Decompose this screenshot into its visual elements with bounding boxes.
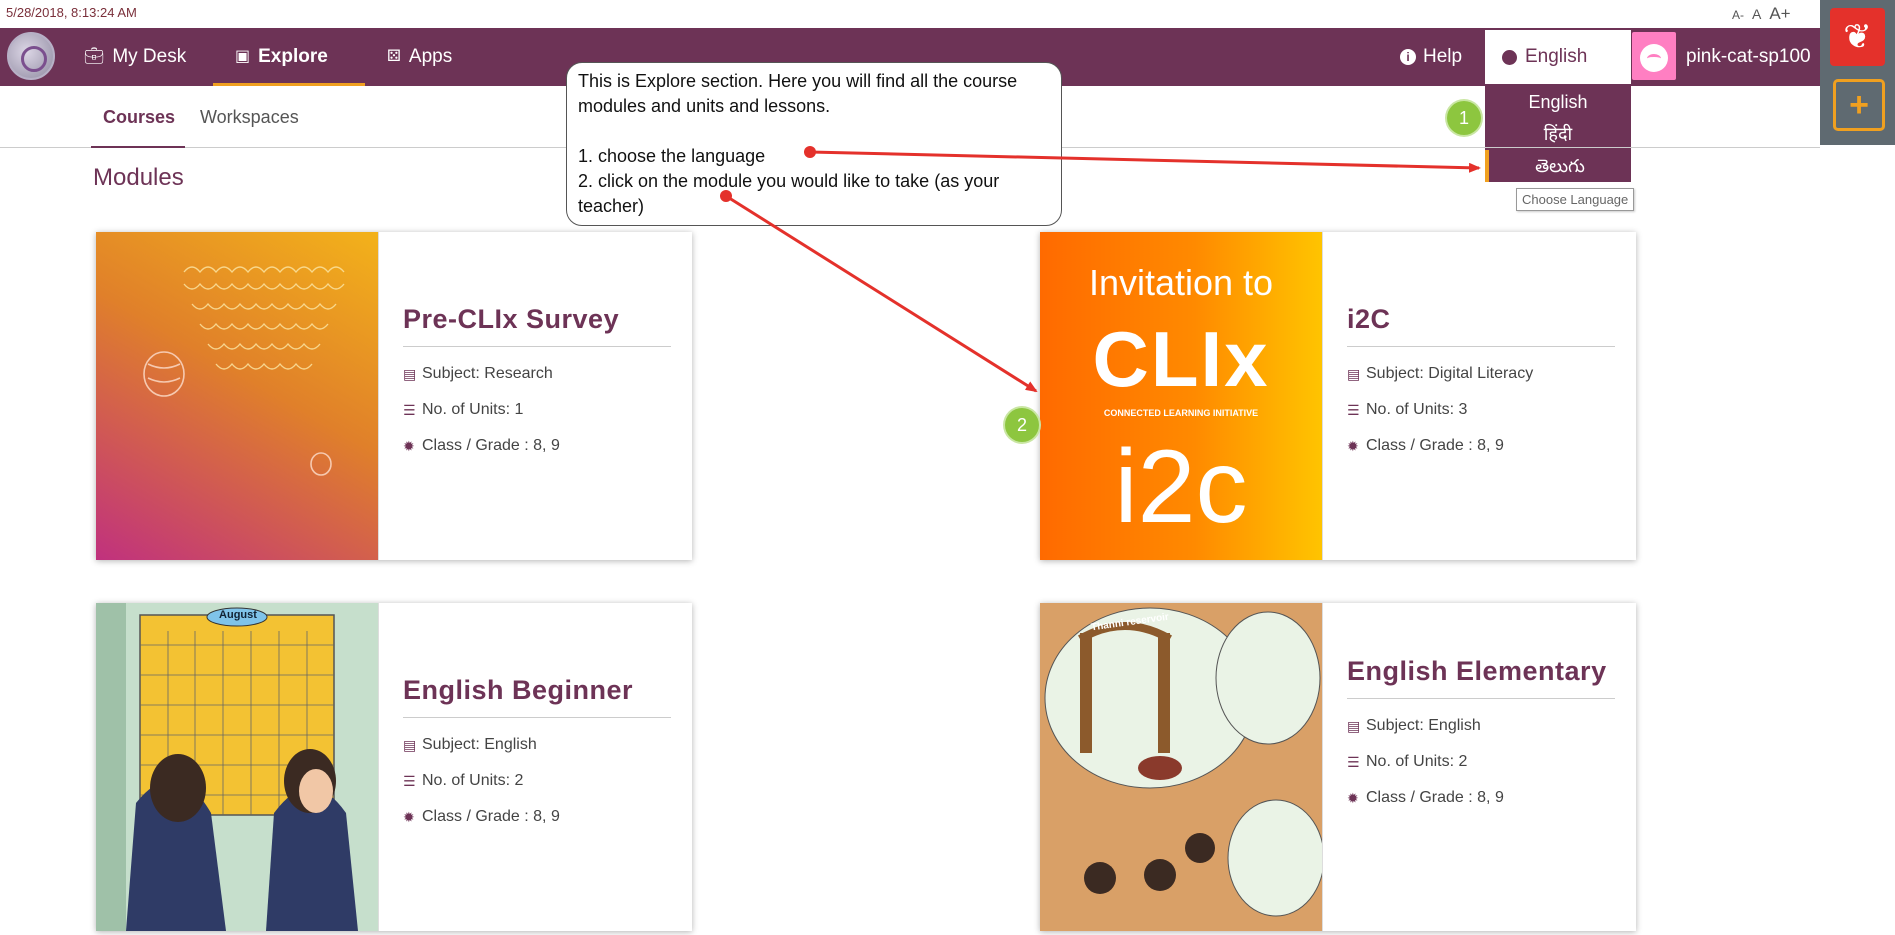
module-grade-text: Class / Grade : 8, 9 bbox=[1366, 437, 1504, 454]
timestamp: 5/28/2018, 8:13:24 AM bbox=[6, 5, 137, 20]
apps-icon: ⚄ bbox=[387, 48, 401, 65]
module-units: ☰ No. of Units: 3 bbox=[1347, 401, 1636, 419]
step-1-badge: 1 bbox=[1447, 101, 1481, 135]
clix-logo[interactable] bbox=[7, 32, 55, 80]
calendar-students-illustration bbox=[96, 603, 378, 931]
font-increase-button[interactable]: A+ bbox=[1769, 4, 1790, 24]
info-icon: i bbox=[1400, 49, 1416, 65]
module-card-pre-clix-survey[interactable]: Pre-CLIx Survey ▤ Subject: Research ☰ No. … bbox=[96, 232, 692, 560]
font-normal-button[interactable]: A bbox=[1752, 6, 1761, 22]
module-title: Pre-CLIx Survey bbox=[403, 301, 671, 347]
module-title: English Beginner bbox=[403, 672, 671, 718]
help-button[interactable]: i Help bbox=[1400, 28, 1462, 86]
list-icon: ☰ bbox=[403, 401, 416, 418]
invitation-text: Invitation to bbox=[1088, 262, 1274, 303]
nav-my-desk[interactable]: 💼︎ My Desk bbox=[84, 28, 186, 86]
add-button[interactable]: + bbox=[1833, 79, 1885, 131]
module-units-text: No. of Units: 2 bbox=[1366, 753, 1468, 770]
list-icon: ☰ bbox=[403, 772, 416, 789]
module-units: ☰ No. of Units: 2 bbox=[1347, 753, 1636, 771]
calendar-month: August bbox=[219, 609, 257, 621]
reservoir-village-illustration bbox=[1040, 603, 1322, 931]
book-icon: ▤ bbox=[1347, 365, 1361, 382]
certificate-icon: ✹ bbox=[403, 437, 415, 454]
language-option-telugu[interactable]: తెలుగు bbox=[1485, 150, 1631, 182]
module-title: i2C bbox=[1347, 301, 1615, 347]
module-subject-text: Subject: English bbox=[422, 736, 537, 753]
module-image[interactable]: August bbox=[96, 603, 378, 931]
step-2-badge: 2 bbox=[1005, 408, 1039, 442]
module-subject: ▤ Subject: Research bbox=[403, 365, 692, 383]
module-subject: ▤ Subject: English bbox=[1347, 717, 1636, 735]
book-icon: ▤ bbox=[403, 365, 417, 382]
i2c-big-text: i2c bbox=[1114, 429, 1248, 545]
module-card-body: English Beginner ▤ Subject: English ☰ No. … bbox=[378, 603, 692, 931]
module-image[interactable]: Invitation to CLIx CONNECTED LEARNING IN… bbox=[1040, 232, 1322, 560]
module-subject-text: Subject: Research bbox=[422, 365, 553, 382]
annotation-text: This is Explore section. Here you will f… bbox=[578, 71, 1018, 216]
globe-icon bbox=[1502, 49, 1517, 65]
nav-my-desk-label: My Desk bbox=[112, 46, 187, 67]
module-units-text: No. of Units: 1 bbox=[422, 401, 524, 418]
list-icon: ☰ bbox=[1347, 401, 1360, 418]
clix-logo-text: CLIx bbox=[1092, 315, 1270, 403]
module-grade: ✹ Class / Grade : 8, 9 bbox=[1347, 437, 1636, 455]
nav-explore-label: Explore bbox=[258, 46, 328, 67]
module-subject-text: Subject: Digital Literacy bbox=[1366, 365, 1534, 382]
module-units-text: No. of Units: 2 bbox=[422, 772, 524, 789]
module-subject-text: Subject: English bbox=[1366, 717, 1481, 734]
extension-rail: ❦ + bbox=[1820, 0, 1895, 145]
briefcase-icon: 💼︎ bbox=[84, 48, 105, 65]
module-card-body: i2C ▤ Subject: Digital Literacy ☰ No. of U… bbox=[1322, 232, 1636, 560]
module-grade-text: Class / Grade : 8, 9 bbox=[422, 437, 560, 454]
nav-apps[interactable]: ⚄ Apps bbox=[387, 28, 452, 86]
module-units: ☰ No. of Units: 2 bbox=[403, 772, 692, 790]
module-subject: ▤ Subject: Digital Literacy bbox=[1347, 365, 1636, 383]
honeycomb-bee-illustration bbox=[143, 266, 345, 476]
module-grade: ✹ Class / Grade : 8, 9 bbox=[403, 437, 692, 455]
module-grade: ✹ Class / Grade : 8, 9 bbox=[1347, 789, 1636, 807]
list-icon: ☰ bbox=[1347, 753, 1360, 770]
tab-workspaces[interactable]: Workspaces bbox=[200, 86, 299, 148]
module-grade-text: Class / Grade : 8, 9 bbox=[1366, 789, 1504, 806]
module-subject: ▤ Subject: English bbox=[403, 736, 692, 754]
language-selector[interactable]: English bbox=[1485, 30, 1631, 84]
font-decrease-button[interactable]: A- bbox=[1732, 8, 1744, 22]
book-icon: ▤ bbox=[403, 736, 417, 753]
clix-tagline: CONNECTED LEARNING INITIATIVE bbox=[1103, 408, 1259, 418]
language-tooltip: Choose Language bbox=[1516, 188, 1635, 211]
font-size-controls: A- A A+ bbox=[1732, 4, 1791, 24]
certificate-icon: ✹ bbox=[1347, 437, 1359, 454]
module-card-body: Pre-CLIx Survey ▤ Subject: Research ☰ No. … bbox=[378, 232, 692, 560]
module-card-i2c[interactable]: Invitation to CLIx CONNECTED LEARNING IN… bbox=[1040, 232, 1636, 560]
certificate-icon: ✹ bbox=[1347, 789, 1359, 806]
nav-explore[interactable]: ▣ Explore bbox=[235, 28, 328, 86]
annotation-callout: This is Explore section. Here you will f… bbox=[566, 62, 1062, 226]
butterfly-icon[interactable]: ❦ bbox=[1830, 8, 1885, 66]
avatar[interactable] bbox=[1632, 32, 1676, 80]
module-image[interactable] bbox=[96, 232, 378, 560]
module-card-english-beginner[interactable]: August English Beginner ▤ Subject: Englis… bbox=[96, 603, 692, 931]
language-selector-label: English bbox=[1525, 46, 1588, 67]
certificate-icon: ✹ bbox=[403, 808, 415, 825]
module-grade: ✹ Class / Grade : 8, 9 bbox=[403, 808, 692, 826]
binoculars-icon: ▣ bbox=[235, 48, 251, 65]
help-label: Help bbox=[1423, 46, 1463, 67]
module-grade-text: Class / Grade : 8, 9 bbox=[422, 808, 560, 825]
username[interactable]: pink-cat-sp100 bbox=[1686, 28, 1811, 86]
module-units-text: No. of Units: 3 bbox=[1366, 401, 1468, 418]
module-card-body: English Elementary ▤ Subject: English ☰ No… bbox=[1322, 603, 1636, 931]
tab-courses[interactable]: Courses bbox=[103, 86, 175, 148]
nav-apps-label: Apps bbox=[408, 46, 453, 67]
module-title: English Elementary bbox=[1347, 653, 1615, 699]
module-card-english-elementary[interactable]: Thanni reservoir English Elementary ▤ Sub… bbox=[1040, 603, 1636, 931]
book-icon: ▤ bbox=[1347, 717, 1361, 734]
module-image[interactable]: Thanni reservoir bbox=[1040, 603, 1322, 931]
courses-tab-indicator bbox=[91, 146, 185, 148]
section-title: Modules bbox=[93, 164, 184, 191]
module-units: ☰ No. of Units: 1 bbox=[403, 401, 692, 419]
